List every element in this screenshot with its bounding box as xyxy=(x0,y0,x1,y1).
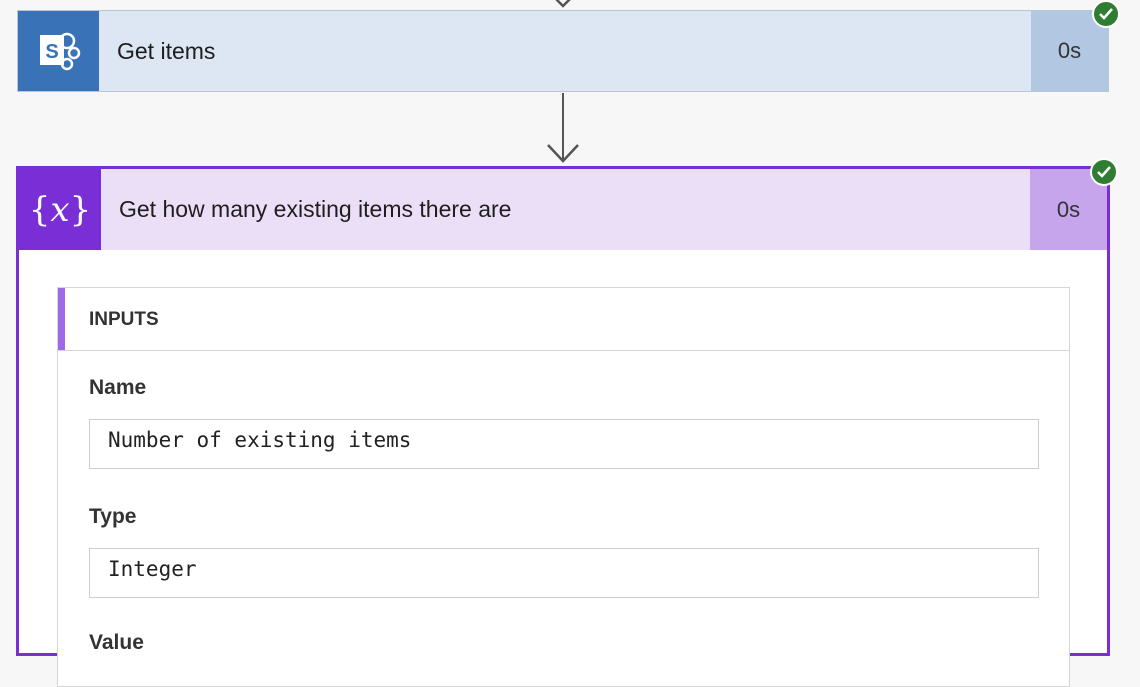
action-card-variable[interactable]: {𝑥} Get how many existing items there ar… xyxy=(16,166,1110,687)
action-title: Get how many existing items there are xyxy=(119,196,512,222)
inputs-title: INPUTS xyxy=(89,309,159,330)
action-card-get-items[interactable]: S Get items 0s xyxy=(17,10,1109,92)
field-label-type: Type xyxy=(89,505,137,528)
field-label-value: Value xyxy=(89,631,144,654)
success-check-icon xyxy=(1090,158,1118,186)
field-value: Integer xyxy=(108,557,197,581)
inputs-panel: INPUTS Name Number of existing items Typ… xyxy=(57,287,1070,687)
name-field[interactable]: Number of existing items xyxy=(89,419,1039,469)
flow-arrow-down xyxy=(547,144,579,163)
success-check-icon xyxy=(1092,0,1120,28)
inputs-header[interactable]: INPUTS xyxy=(58,288,1069,351)
svg-text:S: S xyxy=(45,41,58,63)
action-header[interactable]: {𝑥} Get how many existing items there ar… xyxy=(19,169,1107,250)
field-value: Number of existing items xyxy=(108,428,412,452)
field-label-name: Name xyxy=(89,376,147,399)
sharepoint-icon: S xyxy=(18,11,99,91)
inputs-accent-bar xyxy=(58,288,65,350)
type-field[interactable]: Integer xyxy=(89,548,1039,598)
variable-icon: {𝑥} xyxy=(19,169,101,250)
action-title: Get items xyxy=(117,38,216,64)
flow-arrow-top xyxy=(555,0,571,8)
